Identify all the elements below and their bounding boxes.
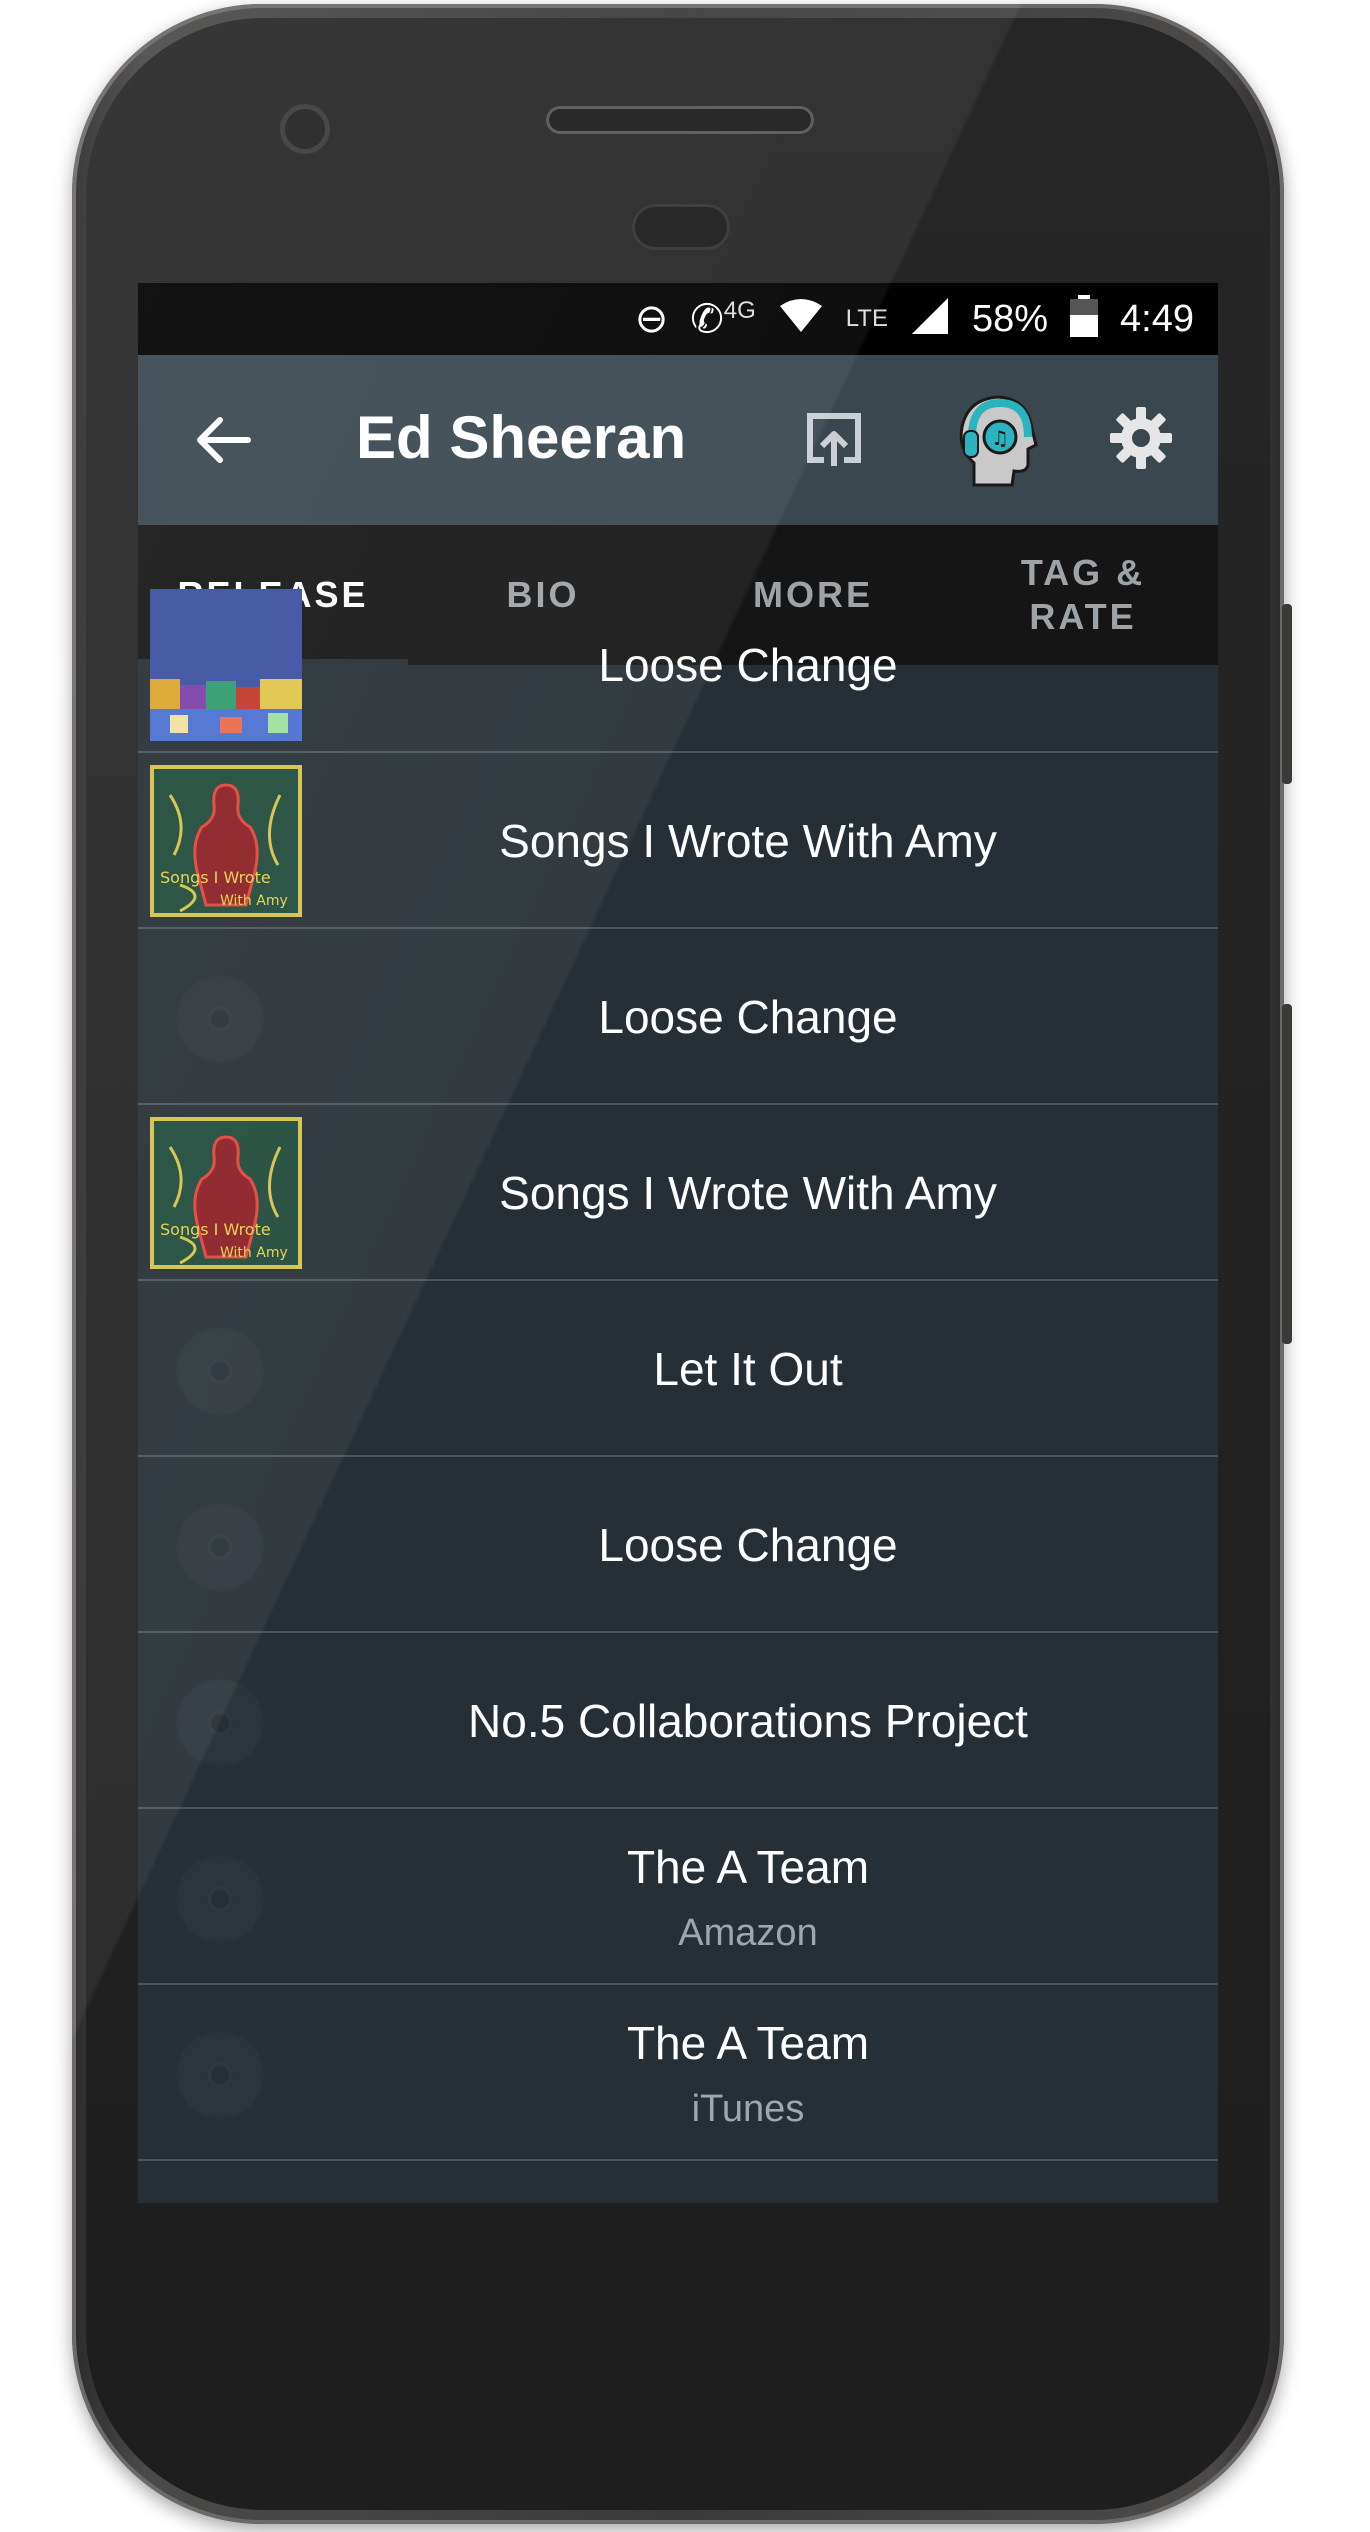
wifi-calling-icon: ✆4G bbox=[690, 296, 756, 342]
back-arrow-icon[interactable] bbox=[190, 408, 254, 472]
list-item[interactable]: Songs I Wrote With Amy Songs I Wrote Wit… bbox=[138, 753, 1218, 929]
disc-placeholder-icon bbox=[178, 1329, 262, 1413]
list-item[interactable]: Loose Change bbox=[138, 1457, 1218, 1633]
list-item[interactable]: The A Team iTunes bbox=[138, 1985, 1218, 2161]
album-art-collage bbox=[150, 589, 302, 741]
gear-icon[interactable] bbox=[1108, 405, 1174, 471]
app-bar: Ed Sheeran ♫ bbox=[138, 355, 1218, 525]
list-item[interactable]: No.5 Collaborations Project bbox=[138, 1633, 1218, 1809]
release-store: Amazon bbox=[678, 1911, 818, 1954]
list-item[interactable]: The A Team Amazon bbox=[138, 1809, 1218, 1985]
release-store: iTunes bbox=[691, 2087, 805, 2130]
disc-placeholder-icon bbox=[178, 1857, 262, 1941]
status-bar: ⊖ ✆4G LTE 58% 4:49 bbox=[138, 283, 1218, 355]
release-title-block: The A Team Amazon bbox=[318, 1809, 1178, 1985]
release-title-block: The A Team iTunes bbox=[318, 1985, 1178, 2161]
svg-text:Songs I Wrote: Songs I Wrote bbox=[160, 1220, 271, 1239]
disc-placeholder-icon bbox=[178, 1681, 262, 1765]
album-art-songs-with-amy: Songs I Wrote With Amy bbox=[150, 1117, 302, 1269]
album-art-songs-with-amy: Songs I Wrote With Amy bbox=[150, 765, 302, 917]
clock: 4:49 bbox=[1120, 297, 1194, 340]
do-not-disturb-icon: ⊖ bbox=[634, 297, 669, 341]
release-title: The A Team bbox=[626, 1840, 870, 1893]
release-title: Loose Change bbox=[598, 639, 898, 691]
list-item[interactable]: Let It Out bbox=[138, 1281, 1218, 1457]
svg-text:♫: ♫ bbox=[991, 426, 1009, 450]
network-type-label: LTE bbox=[845, 305, 888, 332]
release-title: Loose Change bbox=[598, 991, 898, 1043]
wifi-icon bbox=[778, 298, 824, 341]
release-title: Songs I Wrote With Amy bbox=[499, 1167, 997, 1219]
svg-text:With Amy: With Amy bbox=[220, 1245, 288, 1261]
svg-text:With Amy: With Amy bbox=[220, 893, 288, 909]
disc-placeholder-icon bbox=[178, 977, 262, 1061]
release-title: Songs I Wrote With Amy bbox=[499, 815, 997, 867]
list-item[interactable]: Loose Change bbox=[138, 929, 1218, 1105]
front-camera bbox=[280, 104, 330, 154]
app-screen: ⊖ ✆4G LTE 58% 4:49 Ed Sheeran ♫ BIO MORE… bbox=[138, 283, 1218, 2203]
release-title: Loose Change bbox=[598, 1519, 898, 1571]
page-title: Ed Sheeran bbox=[356, 404, 687, 471]
release-title: No.5 Collaborations Project bbox=[468, 1695, 1028, 1747]
release-title: Let It Out bbox=[653, 1343, 843, 1395]
earpiece-speaker bbox=[546, 106, 814, 134]
battery-icon bbox=[1070, 294, 1099, 344]
svg-text:Songs I Wrote: Songs I Wrote bbox=[160, 868, 271, 887]
disc-placeholder-icon bbox=[178, 1505, 262, 1589]
signal-icon bbox=[910, 296, 950, 343]
release-title: The A Team bbox=[626, 2016, 870, 2069]
open-external-icon[interactable] bbox=[804, 410, 864, 470]
listening-head-icon[interactable]: ♫ bbox=[956, 393, 1038, 489]
proximity-sensor bbox=[632, 204, 730, 250]
volume-button bbox=[1282, 1004, 1292, 1344]
disc-placeholder-icon bbox=[178, 2033, 262, 2117]
battery-percent: 58% bbox=[971, 297, 1049, 340]
list-item[interactable]: Songs I Wrote With Amy Songs I Wrote Wit… bbox=[138, 1105, 1218, 1281]
list-item[interactable]: Loose Change bbox=[138, 577, 1218, 753]
power-button bbox=[1282, 604, 1292, 784]
